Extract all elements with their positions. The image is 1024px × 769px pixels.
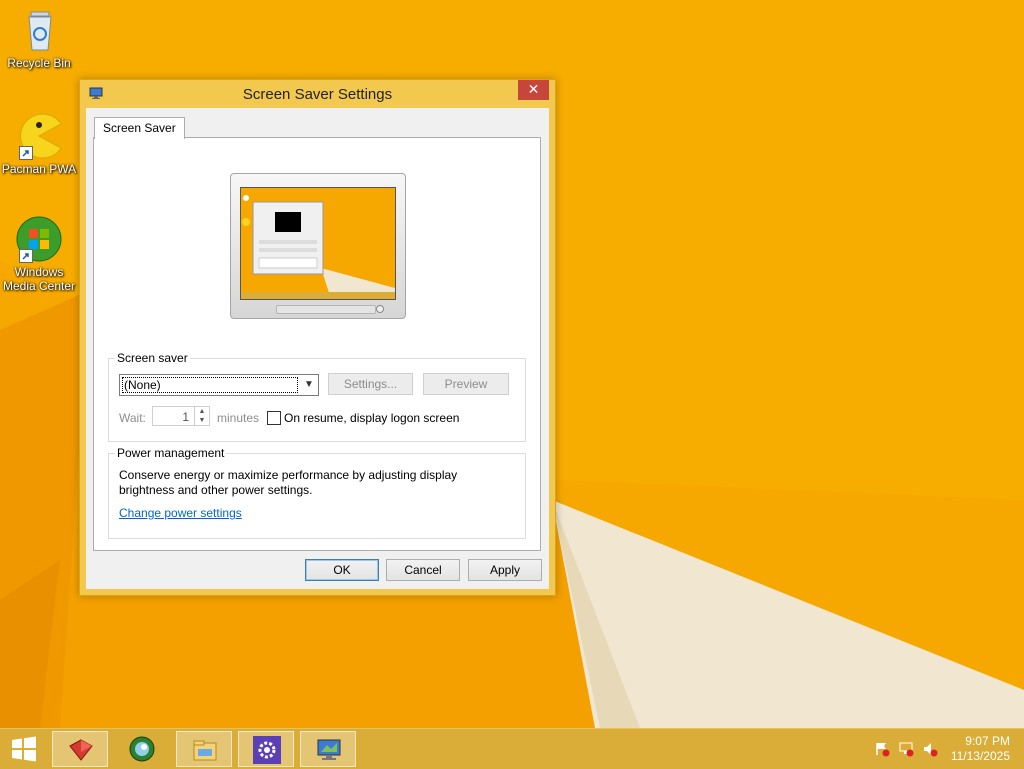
desktop-icon-label: Windows Media Center [2,265,76,293]
desktop-icon-pacman-pwa[interactable]: Pacman PWA [1,112,77,176]
dialog-title: Screen Saver Settings [242,86,393,103]
desktop-icon-recycle-bin[interactable]: Recycle Bin [1,6,77,70]
start-icon [12,736,36,762]
toolbox-icon [69,739,93,761]
chevron-down-icon[interactable]: ▼ [300,375,318,395]
desktop-icon-windows-media-center[interactable]: Windows Media Center [1,215,77,293]
taskbar-item-settings[interactable] [238,731,294,767]
power-description-line2: brightness and other power settings. [119,483,313,497]
change-power-settings-link[interactable]: Change power settings [119,506,242,520]
monitor-stand [276,305,376,314]
preview-button[interactable]: Preview [423,373,509,395]
system-tray [870,729,950,769]
screen-saver-group-title: Screen saver [115,351,190,365]
wait-value: 1 [182,410,189,424]
monitor-preview [230,173,406,319]
settings-gear-icon [253,736,281,764]
monitor-power-button [376,305,384,313]
preview-thumbnail [241,188,395,299]
resume-logon-label: On resume, display logon screen [284,411,460,425]
tab-panel: Screen saver (None) ▼ Settings... Previe… [93,137,541,551]
desktop-icon-label: Recycle Bin [7,56,71,70]
screen-saver-settings-dialog: Screen Saver Settings ✕ Screen Saver Scr… [79,79,556,596]
settings-button[interactable]: Settings... [328,373,413,395]
taskbar-item-screen-saver[interactable] [300,731,356,767]
spin-up-icon[interactable]: ▲ [194,407,209,416]
power-management-title: Power management [115,446,227,460]
preview-screen [240,187,396,300]
close-icon: ✕ [527,81,540,97]
screen-saver-group: Screen saver (None) ▼ Settings... Previe… [108,351,526,442]
action-center-icon[interactable] [874,741,890,757]
clock[interactable]: 9:07 PM 11/13/2025 [951,734,1010,764]
screen-saver-dropdown[interactable]: (None) ▼ [119,374,319,396]
taskbar-item-media[interactable] [114,731,170,767]
close-button[interactable]: ✕ [518,80,549,100]
tab-screen-saver[interactable]: Screen Saver [94,117,185,139]
resume-logon-checkbox[interactable] [267,411,281,425]
start-button[interactable] [0,731,48,767]
desktop-icon-label: Pacman PWA [1,162,77,176]
wait-minutes-stepper[interactable]: 1 ▲ ▼ [152,406,210,426]
ok-button[interactable]: OK [305,559,379,581]
spin-down-icon[interactable]: ▼ [194,416,209,425]
volume-muted-icon[interactable] [922,741,938,757]
power-management-group: Power management Conserve energy or maxi… [108,446,526,539]
power-description-line1: Conserve energy or maximize performance … [119,468,458,482]
shortcut-arrow-icon [19,249,33,263]
taskbar-item-file-explorer[interactable] [176,731,232,767]
minutes-label: minutes [217,411,260,425]
cancel-button[interactable]: Cancel [386,559,460,581]
network-icon[interactable] [898,741,914,757]
recycle-bin-icon [28,11,52,51]
shortcut-arrow-icon [19,146,33,160]
media-globe-icon [129,736,155,762]
file-explorer-icon [193,740,217,761]
taskbar-item-toolbox[interactable] [52,731,108,767]
taskbar: 9:07 PM 11/13/2025 [0,728,1024,769]
clock-time: 9:07 PM [965,734,1010,748]
screen-saver-selected: (None) [122,377,298,393]
dialog-client-area: Screen Saver Screen saver (None) ▼ Setti… [86,108,549,589]
clock-date: 11/13/2025 [950,749,1010,763]
wait-label: Wait: [119,411,146,425]
screen-saver-icon [317,739,341,760]
title-bar[interactable]: Screen Saver Settings ✕ [80,80,555,108]
apply-button[interactable]: Apply [468,559,542,581]
